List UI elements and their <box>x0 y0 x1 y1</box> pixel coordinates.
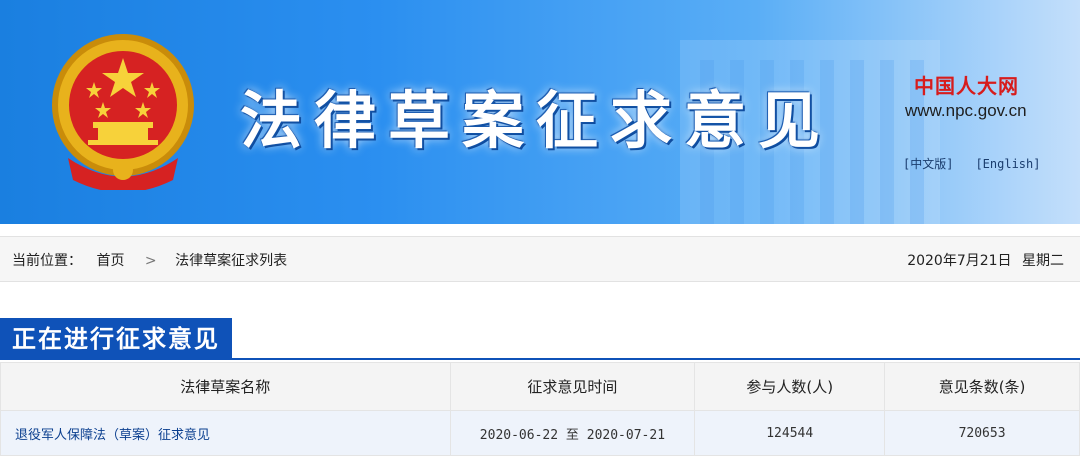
column-header-participants: 参与人数(人) <box>694 362 886 411</box>
chevron-right-icon: > <box>144 253 157 269</box>
section-heading: 正在进行征求意见 <box>0 318 232 360</box>
column-header-name: 法律草案名称 <box>0 362 451 411</box>
national-emblem-icon <box>52 34 194 190</box>
table-header-row: 法律草案名称 征求意见时间 参与人数(人) 意见条数(条) <box>0 362 1080 411</box>
page-banner-title: 法律草案征求意见 <box>240 84 833 157</box>
participants-count: 124544 <box>694 410 886 456</box>
comments-count: 720653 <box>884 410 1080 456</box>
language-switcher: [中文版] [English] <box>903 155 1040 172</box>
breadcrumb: 当前位置： 首页 > 法律草案征求列表 2020年7月21日 星期二 <box>0 236 1080 282</box>
lang-link-english[interactable]: [English] <box>975 157 1040 171</box>
section-divider <box>0 358 1080 360</box>
breadcrumb-home-link[interactable]: 首页 <box>96 253 124 269</box>
period-start: 2020-06-22 <box>479 427 559 443</box>
draft-name-link[interactable]: 退役军人保障法（草案）征求意见 <box>0 410 451 456</box>
current-date: 2020年7月21日 <box>907 253 1012 269</box>
breadcrumb-label: 当前位置： <box>12 253 82 269</box>
table-row: 退役军人保障法（草案）征求意见 2020-06-22 至 2020-07-21 … <box>0 410 1080 456</box>
current-weekday: 星期二 <box>1022 253 1064 269</box>
lang-link-chinese[interactable]: [中文版] <box>903 157 953 171</box>
comment-period: 2020-06-22 至 2020-07-21 <box>449 410 696 456</box>
column-header-comments: 意见条数(条) <box>884 362 1080 411</box>
column-header-period: 征求意见时间 <box>449 362 696 411</box>
drafts-table: 法律草案名称 征求意见时间 参与人数(人) 意见条数(条) 退役军人保障法（草案… <box>0 362 1080 456</box>
site-url[interactable]: www.npc.gov.cn <box>905 101 1027 121</box>
header-banner: 法律草案征求意见 中国人大网 www.npc.gov.cn [中文版] [Engl… <box>0 0 1080 224</box>
period-to: 至 <box>565 427 579 443</box>
period-end: 2020-07-21 <box>586 427 666 443</box>
breadcrumb-current[interactable]: 法律草案征求列表 <box>175 253 287 269</box>
site-logo-text[interactable]: 中国人大网 <box>914 70 1019 99</box>
